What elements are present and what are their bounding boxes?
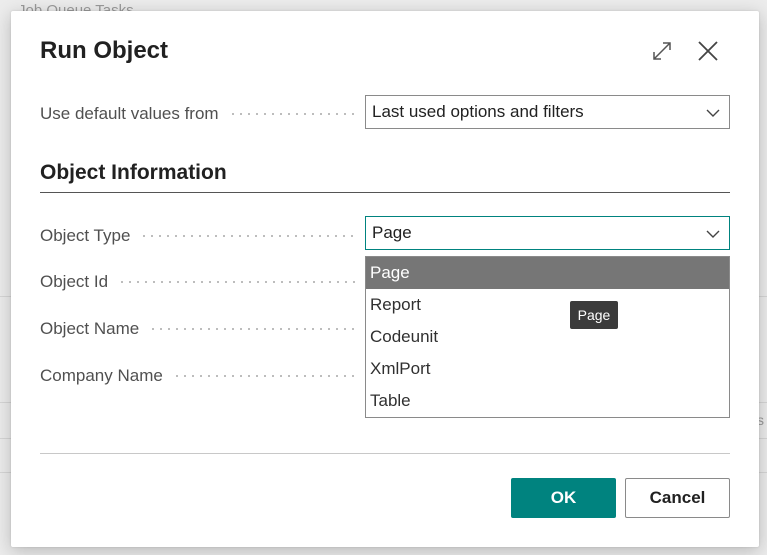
expand-icon[interactable] xyxy=(648,37,676,65)
company-name-label-row: Company Name xyxy=(40,365,358,387)
footer-divider xyxy=(40,453,730,454)
leader-dots xyxy=(118,281,358,283)
object-name-label: Object Name xyxy=(40,319,140,338)
close-icon[interactable] xyxy=(694,37,722,65)
leader-dots xyxy=(172,375,358,377)
section-divider xyxy=(40,192,730,193)
dialog-title: Run Object xyxy=(40,37,169,64)
defaults-select-value: Last used options and filters xyxy=(372,102,584,121)
object-type-label: Object Type xyxy=(40,226,131,245)
object-name-label-row: Object Name xyxy=(40,318,358,340)
chevron-down-icon xyxy=(706,230,720,238)
object-type-label-row: Object Type xyxy=(40,225,358,247)
defaults-select[interactable]: Last used options and filters xyxy=(365,95,730,129)
object-id-label-row: Object Id xyxy=(40,271,358,293)
dropdown-option-xmlport[interactable]: XmlPort xyxy=(366,353,729,385)
company-name-label: Company Name xyxy=(40,366,163,385)
defaults-label-row: Use default values from xyxy=(40,103,358,125)
cancel-button[interactable]: Cancel xyxy=(625,478,730,518)
dropdown-option-page[interactable]: Page xyxy=(366,257,729,289)
dropdown-option-table[interactable]: Table xyxy=(366,385,729,417)
object-type-dropdown: Page Report Codeunit XmlPort Table xyxy=(365,256,730,418)
dropdown-option-report[interactable]: Report xyxy=(366,289,729,321)
ok-button[interactable]: OK xyxy=(511,478,616,518)
section-title: Object Information xyxy=(40,161,227,184)
dropdown-option-codeunit[interactable]: Codeunit xyxy=(366,321,729,353)
leader-dots xyxy=(149,328,358,330)
object-type-value: Page xyxy=(372,223,412,242)
defaults-label: Use default values from xyxy=(40,104,219,123)
object-type-select[interactable]: Page xyxy=(365,216,730,250)
object-id-label: Object Id xyxy=(40,272,109,291)
chevron-down-icon xyxy=(706,109,720,117)
tooltip: Page xyxy=(570,301,618,329)
leader-dots xyxy=(228,113,358,115)
leader-dots xyxy=(140,235,358,237)
run-object-dialog: Run Object Use default values from Last … xyxy=(11,11,759,547)
